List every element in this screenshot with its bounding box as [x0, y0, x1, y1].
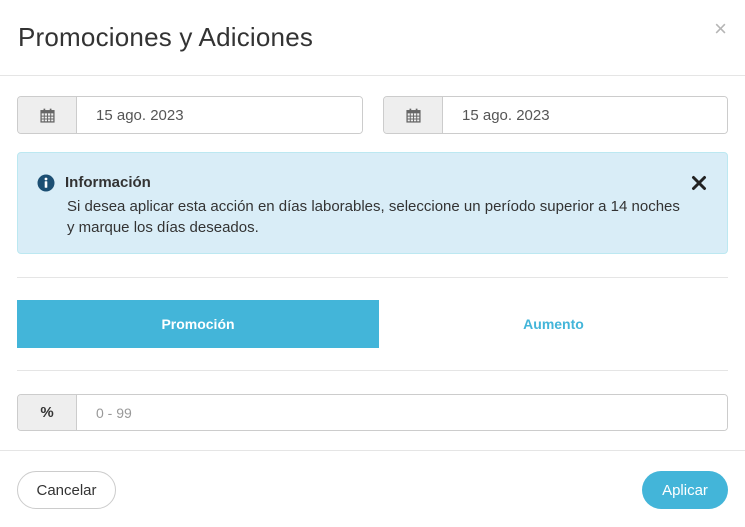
- start-date-group: [17, 96, 363, 134]
- cancel-button[interactable]: Cancelar: [17, 471, 116, 509]
- calendar-icon[interactable]: [384, 97, 443, 133]
- divider: [17, 277, 728, 278]
- percent-addon: %: [18, 395, 77, 430]
- end-date-input[interactable]: [443, 97, 727, 133]
- close-icon[interactable]: ×: [714, 18, 727, 40]
- divider: [17, 370, 728, 371]
- alert-title: Información: [65, 174, 151, 191]
- modal-footer: Cancelar Aplicar: [0, 450, 745, 527]
- promotion-type-tabs: Promoción Aumento: [17, 300, 728, 348]
- promotions-modal: Promociones y Adiciones × 15 ago. 2023 1…: [0, 0, 745, 527]
- modal-title: Promociones y Adiciones: [18, 22, 314, 52]
- tab-promocion[interactable]: Promoción: [17, 300, 379, 348]
- info-circle-icon: [37, 174, 55, 192]
- end-date-group: [383, 96, 728, 134]
- close-bold-icon[interactable]: [691, 175, 707, 191]
- info-alert: Información Si desea aplicar esta acción…: [17, 152, 728, 254]
- calendar-icon[interactable]: [18, 97, 77, 133]
- modal-header: Promociones y Adiciones ×: [0, 0, 745, 76]
- start-date-input[interactable]: [77, 97, 362, 133]
- percent-input[interactable]: [77, 395, 727, 430]
- percent-group: %: [17, 394, 728, 431]
- apply-button[interactable]: Aplicar: [642, 471, 728, 509]
- alert-message: Si desea aplicar esta acción en días lab…: [67, 198, 680, 236]
- tab-aumento[interactable]: Aumento: [379, 300, 728, 348]
